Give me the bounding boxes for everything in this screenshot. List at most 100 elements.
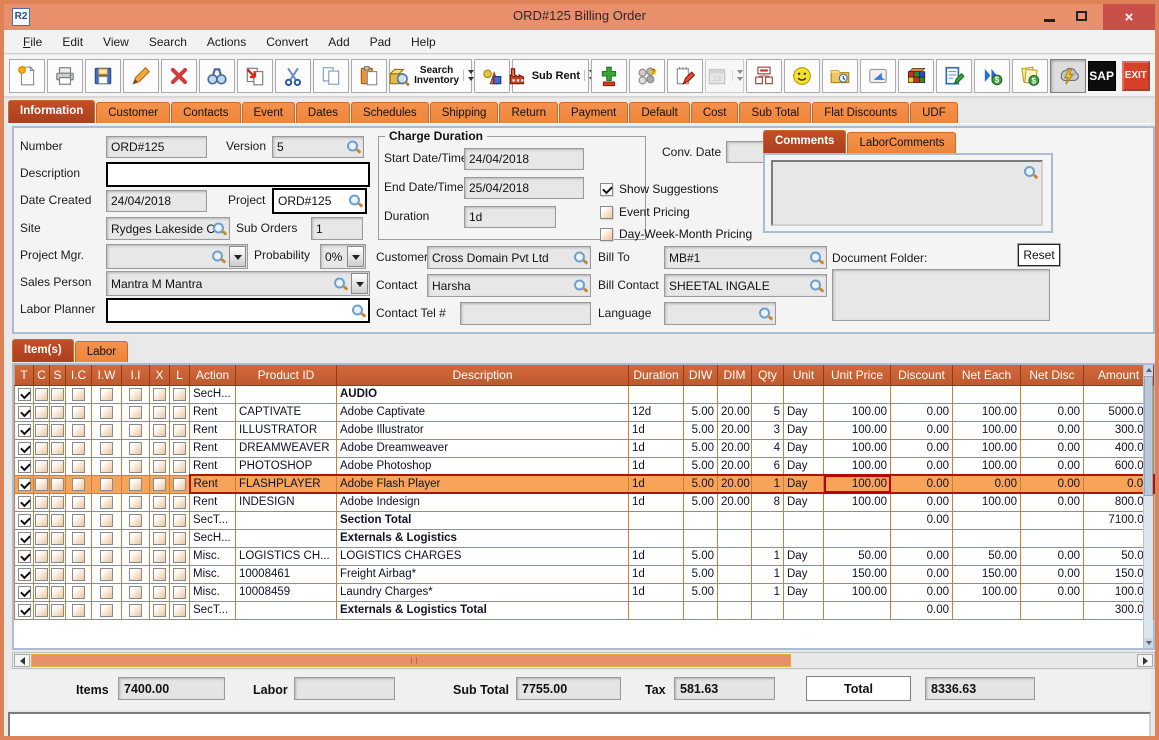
customer-lookup-icon[interactable] [573,250,588,265]
cell-dur[interactable] [629,601,684,619]
row-checkbox[interactable] [173,460,186,473]
row-checkbox[interactable] [129,532,142,545]
cell-dim[interactable] [718,565,752,583]
row-checkbox[interactable] [72,442,85,455]
cell-desc[interactable]: LOGISTICS CHARGES [337,547,629,565]
cell-qty[interactable]: 8 [752,493,784,511]
calendar-button[interactable]: 12 [705,59,743,93]
tab-udf[interactable]: UDF [910,102,958,123]
cell-desc[interactable]: Freight Airbag* [337,565,629,583]
option-show-suggestions[interactable]: Show Suggestions [600,182,718,196]
cell-dur[interactable]: 1d [629,475,684,493]
cell-desc[interactable]: Adobe Captivate [337,403,629,421]
duration-field[interactable]: 1d [464,206,556,228]
cell-action[interactable]: Rent [190,439,236,457]
print-button[interactable] [47,59,83,93]
cell-ndisc[interactable]: 0.00 [1021,421,1084,439]
maximize-button[interactable] [1067,4,1095,28]
cell-dim[interactable]: 20.00 [718,493,752,511]
items-tab-item-s[interactable]: Item(s) [12,339,74,362]
row-checkbox[interactable] [129,406,142,419]
menu-convert[interactable]: Convert [257,32,317,52]
row-checkbox[interactable] [18,424,31,437]
col-header-unit-price[interactable]: Unit Price [824,365,891,385]
reset-button[interactable]: Reset [1018,244,1060,266]
cell-desc[interactable]: Adobe Photoshop [337,457,629,475]
cell-product[interactable]: ILLUSTRATOR [236,421,337,439]
grid-row-7[interactable]: SecT...Section Total0.007100.00 [15,511,1154,529]
grid-row-8[interactable]: SecH...Externals & Logistics [15,529,1154,547]
search-inventory-dropdown[interactable] [463,70,474,81]
row-checkbox[interactable] [18,586,31,599]
cell-price[interactable] [824,385,891,403]
row-checkbox[interactable] [173,424,186,437]
checkbox-icon[interactable] [600,183,613,196]
horizontal-scrollbar[interactable] [12,652,1155,669]
site-field[interactable]: Rydges Lakeside Ca [106,217,230,240]
comments-lookup-icon[interactable] [1023,165,1038,180]
cell-action[interactable]: Misc. [190,547,236,565]
cell-neach[interactable]: 100.00 [953,457,1021,475]
grid-row-1[interactable]: RentCAPTIVATEAdobe Captivate12d5.0020.00… [15,403,1154,421]
cell-product[interactable] [236,529,337,547]
tab-shipping[interactable]: Shipping [430,102,499,123]
cell-price[interactable]: 100.00 [824,493,891,511]
row-checkbox[interactable] [153,460,166,473]
close-button[interactable]: × [1103,4,1155,30]
row-checkbox[interactable] [18,532,31,545]
row-checkbox[interactable] [153,442,166,455]
row-checkbox[interactable] [35,406,48,419]
row-checkbox[interactable] [72,478,85,491]
add-remove-button[interactable] [591,59,627,93]
row-checkbox[interactable] [129,478,142,491]
menu-search[interactable]: Search [140,32,196,52]
bill-to-field[interactable]: MB#1 [664,246,827,269]
row-checkbox[interactable] [100,388,113,401]
cell-qty[interactable] [752,385,784,403]
row-checkbox[interactable] [72,406,85,419]
grid-row-12[interactable]: SecT...Externals & Logistics Total0.0030… [15,601,1154,619]
row-checkbox[interactable] [72,586,85,599]
cell-price[interactable]: 150.00 [824,565,891,583]
cell-disc[interactable]: 0.00 [891,583,953,601]
row-checkbox[interactable] [173,550,186,563]
cell-neach[interactable]: 100.00 [953,403,1021,421]
invoice-money-button[interactable]: $ [1012,59,1048,93]
cell-dur[interactable]: 1d [629,493,684,511]
row-checkbox[interactable] [129,496,142,509]
comments-tab-comments[interactable]: Comments [763,130,846,153]
scroll-right-icon[interactable] [1137,654,1153,667]
cell-disc[interactable]: 0.00 [891,511,953,529]
grid-row-3[interactable]: RentDREAMWEAVERAdobe Dreamweaver1d5.0020… [15,439,1154,457]
row-checkbox[interactable] [51,424,64,437]
project-lookup-icon[interactable] [348,194,363,209]
folder-time-button[interactable] [822,59,858,93]
cell-desc[interactable]: Laundry Charges* [337,583,629,601]
cell-unit[interactable]: Day [784,565,824,583]
cell-product[interactable]: 10008459 [236,583,337,601]
cell-product[interactable]: FLASHPLAYER [236,475,337,493]
row-checkbox[interactable] [72,460,85,473]
menu-help[interactable]: Help [402,32,445,52]
row-checkbox[interactable] [18,442,31,455]
row-checkbox[interactable] [129,442,142,455]
scroll-up-icon[interactable] [1144,365,1153,375]
row-checkbox[interactable] [18,514,31,527]
cell-action[interactable]: SecT... [190,601,236,619]
cell-price[interactable]: 100.00 [824,457,891,475]
cell-price[interactable] [824,601,891,619]
tab-cost[interactable]: Cost [691,102,739,123]
customer-field[interactable]: Cross Domain Pvt Ltd [427,246,591,269]
cell-dur[interactable] [629,385,684,403]
cell-ndisc[interactable]: 0.00 [1021,493,1084,511]
tab-default[interactable]: Default [629,102,689,123]
cell-desc[interactable]: Externals & Logistics Total [337,601,629,619]
cell-qty[interactable] [752,511,784,529]
row-checkbox[interactable] [51,568,64,581]
cell-price[interactable] [824,511,891,529]
tab-dates[interactable]: Dates [296,102,350,123]
crew-smiley-button[interactable] [784,59,820,93]
cell-product[interactable]: LOGISTICS CH... [236,547,337,565]
option-event-pricing[interactable]: Event Pricing [600,205,690,219]
cell-diw[interactable]: 5.00 [684,583,718,601]
